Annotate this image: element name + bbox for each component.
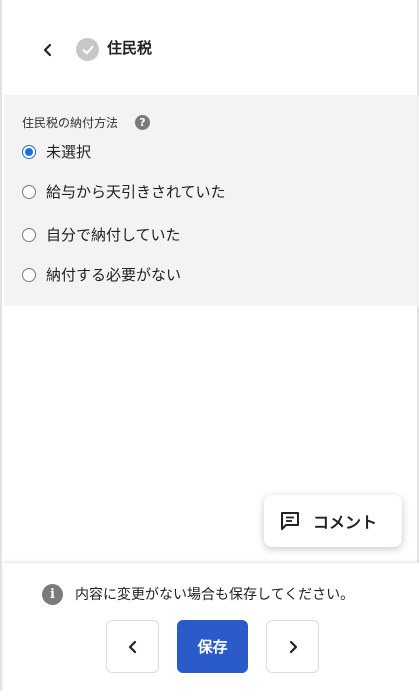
radio-option-self-paid[interactable]: 自分で納付していた xyxy=(22,223,382,247)
field-label: 住民税の納付方法 xyxy=(22,116,119,130)
question-circle-icon[interactable]: ? xyxy=(135,115,150,130)
radio-option-unselected[interactable]: 未選択 xyxy=(22,140,382,164)
radio-label: 給与から天引きされていた xyxy=(46,183,226,201)
radio-button[interactable] xyxy=(22,185,36,199)
info-icon: i xyxy=(42,583,63,605)
prev-button[interactable] xyxy=(106,620,159,673)
save-notice: i 内容に変更がない場合も保存してください。 xyxy=(42,583,354,605)
radio-option-salary-deduction[interactable]: 給与から天引きされていた xyxy=(22,180,382,204)
radio-button[interactable] xyxy=(22,145,36,159)
check-circle-icon xyxy=(76,38,99,61)
radio-label: 未選択 xyxy=(46,143,92,161)
comment-button[interactable]: コメント xyxy=(264,495,402,547)
radio-label: 自分で納付していた xyxy=(46,226,181,244)
next-button[interactable] xyxy=(266,620,319,673)
radio-button[interactable] xyxy=(22,268,36,282)
comment-icon xyxy=(281,512,299,530)
radio-button[interactable] xyxy=(22,228,36,242)
app-frame: 住民税 住民税の納付方法 ? 未選択 給与から天引きされていた 自分で納付してい… xyxy=(0,0,419,691)
chevron-left-icon xyxy=(128,640,136,653)
tax-payment-section: 住民税の納付方法 ? 未選択 給与から天引きされていた 自分で納付していた 納付… xyxy=(4,95,419,306)
notice-text: 内容に変更がない場合も保存してください。 xyxy=(75,587,355,603)
footer: i 内容に変更がない場合も保存してください。 保存 xyxy=(4,562,419,691)
radio-label: 納付する必要がない xyxy=(46,266,182,284)
radio-option-not-required[interactable]: 納付する必要がない xyxy=(22,263,382,287)
back-button[interactable] xyxy=(34,36,62,64)
page-title: 住民税 xyxy=(107,39,153,57)
chevron-right-icon xyxy=(289,640,297,653)
save-button[interactable]: 保存 xyxy=(177,620,248,673)
chevron-left-icon xyxy=(43,43,52,57)
comment-label: コメント xyxy=(313,513,378,532)
header: 住民税 xyxy=(2,0,417,95)
